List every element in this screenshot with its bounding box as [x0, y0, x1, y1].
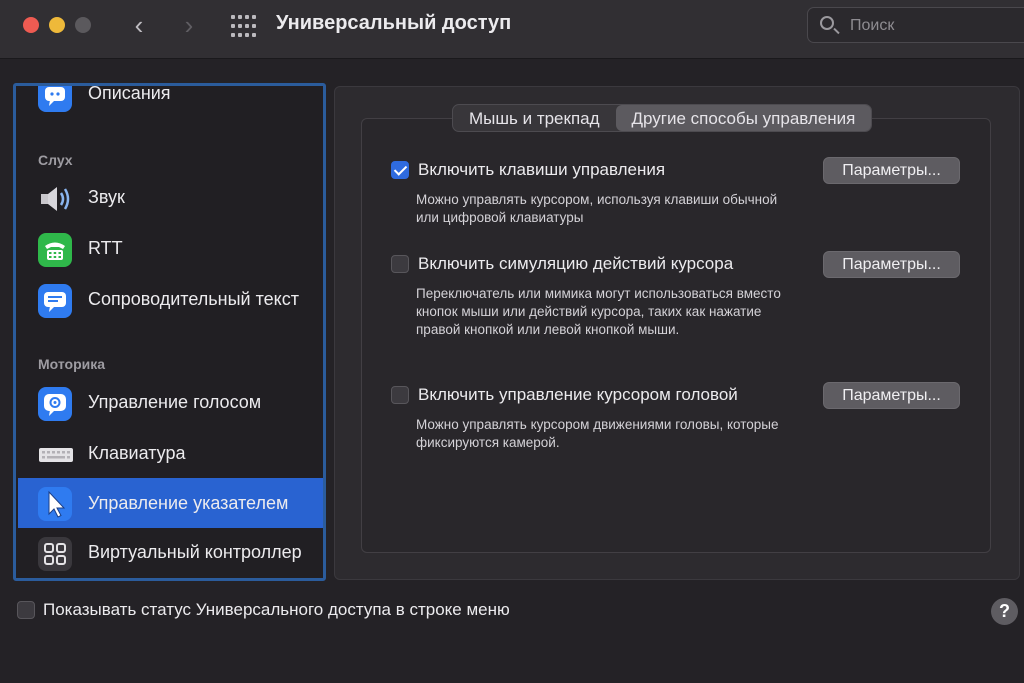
title-bar: ‹ › Универсальный доступ	[0, 0, 1024, 59]
close-window-button[interactable]	[23, 17, 39, 33]
sidebar-item-switch-control[interactable]: Виртуальный контроллер	[18, 529, 323, 577]
sidebar-item-label: Виртуальный контроллер	[88, 542, 302, 562]
sidebar-item-keyboard[interactable]: Клавиатура	[18, 430, 323, 478]
mouse-keys-options-button[interactable]: Параметры...	[823, 157, 960, 184]
back-arrow-icon[interactable]: ‹	[125, 10, 153, 40]
sidebar-item-label: Управление голосом	[88, 392, 262, 412]
sidebar-item-label: Звук	[88, 187, 125, 207]
show-status-in-menu-bar-label[interactable]: Показывать статус Универсального доступа…	[43, 600, 510, 620]
tab-bar: Мышь и трекпад Другие способы управления	[452, 104, 873, 132]
tab-mouse-trackpad[interactable]: Мышь и трекпад	[453, 105, 616, 131]
sidebar-section-motor: Моторика	[38, 356, 106, 372]
show-status-in-menu-bar-checkbox[interactable]	[17, 601, 35, 619]
alternate-pointer-actions-description: Переключатель или мимика могут использов…	[416, 286, 781, 337]
head-pointer-label[interactable]: Включить управление курсором головой	[418, 385, 738, 405]
zoom-window-button[interactable]	[75, 17, 91, 33]
captions-icon	[38, 284, 72, 318]
sidebar-section-hearing: Слух	[38, 152, 73, 168]
mouse-keys-label[interactable]: Включить клавиши управления	[418, 160, 665, 180]
speech-bubble-icon	[38, 86, 72, 112]
mouse-keys-checkbox[interactable]	[391, 161, 409, 179]
sidebar-item-voice-control[interactable]: Управление голосом	[18, 379, 323, 427]
voice-control-icon	[38, 387, 72, 421]
search-input[interactable]	[848, 14, 1022, 38]
help-button[interactable]: ?	[991, 598, 1018, 625]
sidebar-item-label: Сопроводительный текст	[88, 289, 299, 309]
show-all-grid-icon[interactable]	[231, 15, 256, 39]
minimize-window-button[interactable]	[49, 17, 65, 33]
sidebar-item-label: RTT	[88, 238, 123, 258]
pointer-icon	[38, 487, 72, 521]
mouse-keys-description: Можно управлять курсором, используя клав…	[416, 192, 778, 225]
alternate-pointer-actions-label[interactable]: Включить симуляцию действий курсора	[418, 254, 733, 274]
head-pointer-checkbox[interactable]	[391, 386, 409, 404]
switch-control-icon	[38, 537, 72, 571]
alternate-pointer-actions-checkbox[interactable]	[391, 255, 409, 273]
sidebar-item-descriptions[interactable]: Описания	[18, 83, 323, 118]
tty-phone-icon	[38, 233, 72, 267]
alternate-pointer-actions-options-button[interactable]: Параметры...	[823, 251, 960, 278]
sidebar[interactable]: Описания Слух Звук RTT Сопроводительный …	[13, 83, 326, 581]
forward-arrow-icon[interactable]: ›	[175, 10, 203, 40]
window-title: Универсальный доступ	[276, 12, 512, 34]
sidebar-item-label: Описания	[88, 83, 171, 103]
tab-alternate-control[interactable]: Другие способы управления	[615, 105, 872, 131]
sidebar-item-sound[interactable]: Звук	[18, 174, 323, 222]
speaker-icon	[38, 182, 72, 216]
sidebar-item-rtt[interactable]: RTT	[18, 225, 323, 273]
sidebar-item-pointer-control[interactable]: Управление указателем	[18, 478, 323, 528]
head-pointer-options-button[interactable]: Параметры...	[823, 382, 960, 409]
sidebar-item-label: Клавиатура	[88, 443, 186, 463]
search-box[interactable]	[807, 7, 1024, 43]
keyboard-icon	[38, 438, 73, 472]
sidebar-item-label: Управление указателем	[88, 493, 289, 513]
head-pointer-description: Можно управлять курсором движениями голо…	[416, 417, 779, 450]
sidebar-item-captions[interactable]: Сопроводительный текст	[18, 276, 323, 324]
search-icon	[820, 16, 834, 30]
